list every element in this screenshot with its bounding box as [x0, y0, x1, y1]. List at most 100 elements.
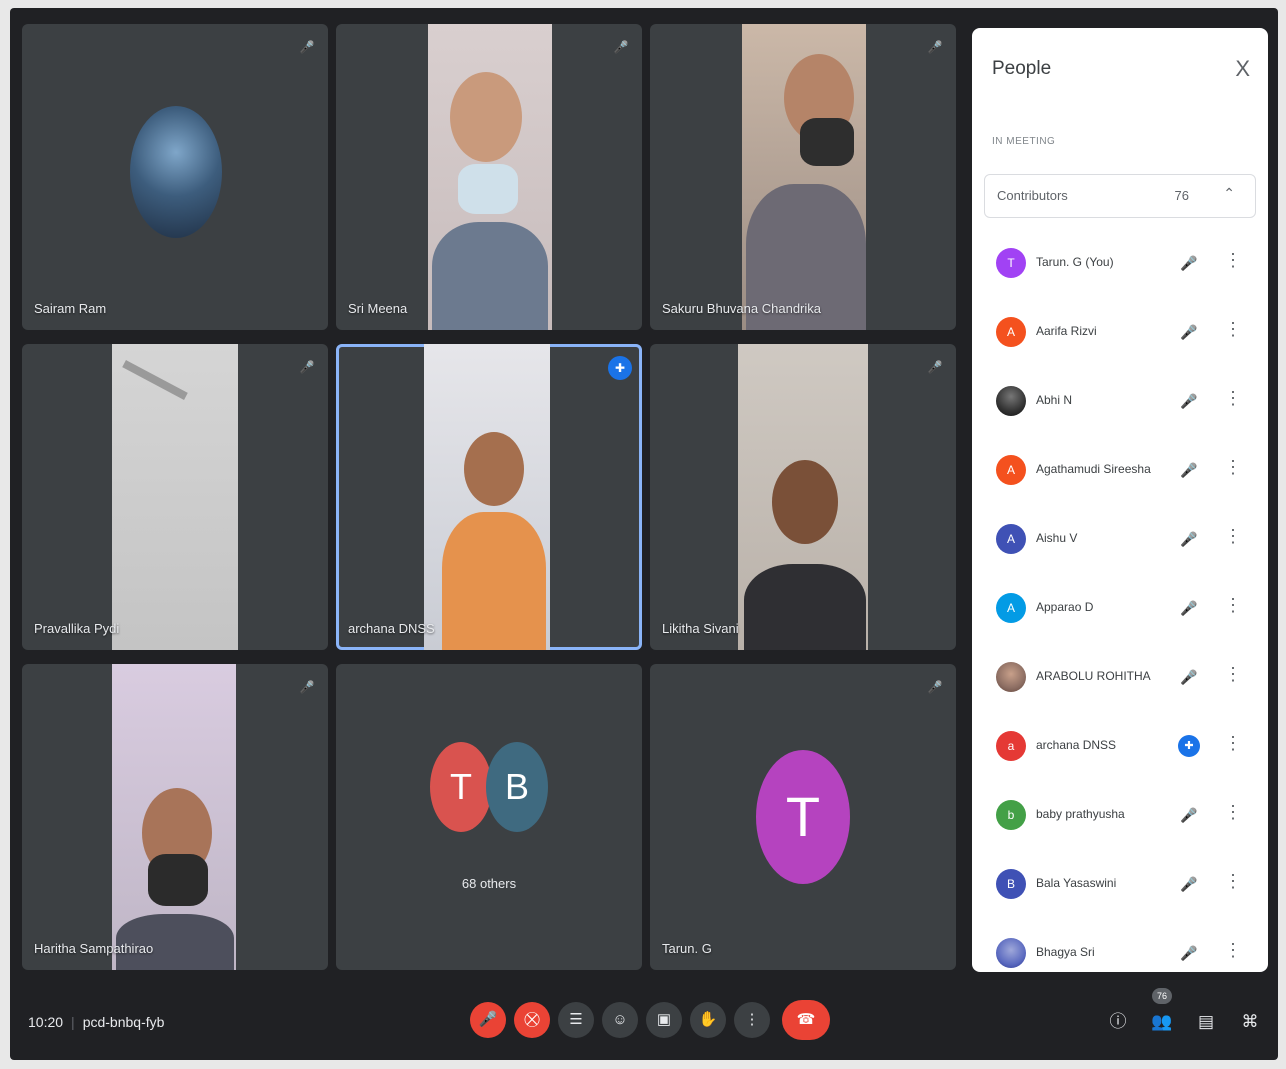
divider: | [71, 1014, 75, 1030]
mic-off-icon: 🎤 [1180, 945, 1198, 961]
more-options-icon[interactable]: ⋮ [1224, 319, 1242, 340]
participant-tile[interactable]: 🎤 Pravallika Pydi [22, 344, 328, 650]
mic-off-icon: 🎤 [613, 40, 629, 54]
call-controls: 🎤 ⛒ ☰ ☺ ▣ ✋ ⋮ ☎ [470, 1000, 830, 1040]
mic-off-icon: 🎤 [1180, 669, 1198, 685]
captions-icon[interactable]: ☰ [558, 1002, 594, 1038]
more-options-icon[interactable]: ⋮ [1224, 733, 1242, 754]
mic-off-icon: 🎤 [1180, 324, 1198, 340]
participant-name: Haritha Sampathirao [34, 941, 154, 956]
list-item[interactable]: T Tarun. G (You) 🎤 ⋮ [972, 234, 1268, 303]
participant-tile[interactable]: T 🎤 Tarun. G [650, 664, 956, 970]
list-item[interactable]: Bhagya Sri 🎤 ⋮ [972, 924, 1268, 972]
more-options-icon[interactable]: ⋮ [1224, 526, 1242, 547]
info-icon[interactable]: ⓘ [1106, 1010, 1130, 1034]
more-options-icon[interactable]: ⋮ [734, 1002, 770, 1038]
participant-name: archana DNSS [1036, 738, 1117, 752]
participant-tile[interactable]: 🎤 Sakuru Bhuvana Chandrika [650, 24, 956, 330]
mic-off-icon: 🎤 [1180, 462, 1198, 478]
participant-name: Tarun. G [662, 941, 712, 956]
bottom-toolbar: 10:20 | pcd-bnbq-fyb 🎤 ⛒ ☰ ☺ ▣ ✋ ⋮ ☎ ⓘ 76 👥… [10, 980, 1278, 1060]
avatar-photo [996, 662, 1026, 692]
avatar: A [996, 593, 1026, 623]
speaking-indicator-icon: ✚ [1178, 735, 1200, 757]
participant-name: Abhi N [1036, 393, 1073, 407]
participant-name: Aarifa Rizvi [1036, 324, 1097, 338]
avatar: B [996, 869, 1026, 899]
more-options-icon[interactable]: ⋮ [1224, 664, 1242, 685]
participant-name: Pravallika Pydi [34, 621, 120, 636]
more-options-icon[interactable]: ⋮ [1224, 250, 1242, 271]
video-feed [742, 24, 866, 330]
video-grid: 🎤 Sairam Ram 🎤 Sri Meena 🎤 Sakuru Bhuvan… [22, 24, 962, 974]
avatar: B [486, 742, 548, 832]
close-icon[interactable]: X [1235, 56, 1250, 82]
video-feed [424, 344, 550, 650]
emoji-icon[interactable]: ☺ [602, 1002, 638, 1038]
more-options-icon[interactable]: ⋮ [1224, 802, 1242, 823]
more-options-icon[interactable]: ⋮ [1224, 940, 1242, 961]
list-item[interactable]: A Agathamudi Sireesha 🎤 ⋮ [972, 441, 1268, 510]
profile-photo [130, 106, 222, 238]
mic-off-icon: 🎤 [299, 680, 315, 694]
list-item[interactable]: A Aarifa Rizvi 🎤 ⋮ [972, 303, 1268, 372]
list-item[interactable]: Abhi N 🎤 ⋮ [972, 372, 1268, 441]
people-icon[interactable]: 76 👥 [1150, 988, 1174, 1034]
contributors-count: 76 [1174, 188, 1189, 203]
chat-icon[interactable]: ▤ [1194, 1010, 1218, 1034]
panel-title: People [992, 58, 1052, 79]
list-item[interactable]: B Bala Yasaswini 🎤 ⋮ [972, 855, 1268, 924]
mic-off-icon: 🎤 [299, 360, 315, 374]
people-list: T Tarun. G (You) 🎤 ⋮ A Aarifa Rizvi 🎤 ⋮ … [972, 234, 1268, 972]
more-options-icon[interactable]: ⋮ [1224, 871, 1242, 892]
more-options-icon[interactable]: ⋮ [1224, 388, 1242, 409]
list-item[interactable]: A Apparao D 🎤 ⋮ [972, 579, 1268, 648]
avatar: a [996, 731, 1026, 761]
avatar: A [996, 455, 1026, 485]
avatar: A [996, 317, 1026, 347]
mic-off-icon: 🎤 [299, 40, 315, 54]
avatar-photo [996, 386, 1026, 416]
present-screen-icon[interactable]: ▣ [646, 1002, 682, 1038]
end-call-icon[interactable]: ☎ [782, 1000, 830, 1040]
participant-name: Bala Yasaswini [1036, 876, 1117, 890]
participant-name: baby prathyusha [1036, 807, 1125, 821]
list-item[interactable]: A Aishu V 🎤 ⋮ [972, 510, 1268, 579]
mic-off-icon: 🎤 [1180, 393, 1198, 409]
more-options-icon[interactable]: ⋮ [1224, 457, 1242, 478]
mic-off-icon: 🎤 [1180, 255, 1198, 271]
participant-name: ARABOLU ROHITHA [1036, 669, 1151, 683]
speaking-indicator-icon: ✚ [608, 356, 632, 380]
participant-tile[interactable]: 🎤 Haritha Sampathirao [22, 664, 328, 970]
mic-off-icon: 🎤 [927, 40, 943, 54]
camera-toggle-icon[interactable]: ⛒ [514, 1002, 550, 1038]
mic-off-icon: 🎤 [927, 360, 943, 374]
participant-tile-active[interactable]: ✚ archana DNSS [336, 344, 642, 650]
list-item[interactable]: a archana DNSS ✚ ⋮ [972, 717, 1268, 786]
section-label: IN MEETING [992, 136, 1056, 147]
meet-window: 🎤 Sairam Ram 🎤 Sri Meena 🎤 Sakuru Bhuvan… [10, 8, 1278, 1060]
participant-tile[interactable]: 🎤 Sairam Ram [22, 24, 328, 330]
mic-off-icon: 🎤 [1180, 807, 1198, 823]
mic-off-icon: 🎤 [927, 680, 943, 694]
list-item[interactable]: b baby prathyusha 🎤 ⋮ [972, 786, 1268, 855]
meeting-info: 10:20 | pcd-bnbq-fyb [28, 1014, 164, 1030]
participant-name: Bhagya Sri [1036, 945, 1095, 959]
more-options-icon[interactable]: ⋮ [1224, 595, 1242, 616]
avatar: T [430, 742, 492, 832]
list-item[interactable]: ARABOLU ROHITHA 🎤 ⋮ [972, 648, 1268, 717]
avatar-photo [996, 938, 1026, 968]
participant-tile[interactable]: 🎤 Likitha Sivani [650, 344, 956, 650]
video-feed [112, 664, 236, 970]
video-feed [112, 344, 238, 650]
others-tile[interactable]: T B 68 others [336, 664, 642, 970]
activities-icon[interactable]: ⌘ [1238, 1010, 1262, 1034]
mic-toggle-icon[interactable]: 🎤 [470, 1002, 506, 1038]
people-count-badge: 76 [1152, 988, 1172, 1004]
participant-tile[interactable]: 🎤 Sri Meena [336, 24, 642, 330]
people-panel: People X IN MEETING Contributors 76 ⌃ T … [972, 28, 1268, 972]
chevron-up-icon[interactable]: ⌃ [1223, 185, 1235, 202]
raise-hand-icon[interactable]: ✋ [690, 1002, 726, 1038]
contributors-group[interactable]: Contributors 76 ⌃ [984, 174, 1256, 218]
mic-off-icon: 🎤 [1180, 600, 1198, 616]
